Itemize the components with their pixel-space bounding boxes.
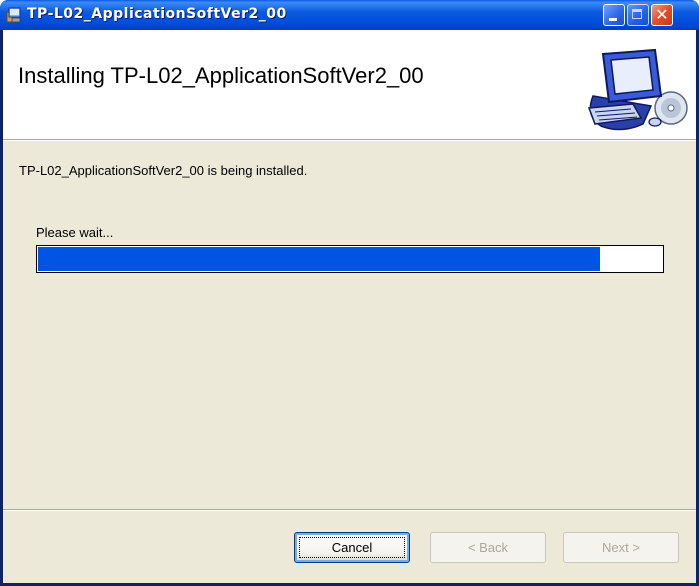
cancel-button-label: Cancel bbox=[331, 540, 373, 555]
close-icon: ✕ bbox=[655, 5, 669, 24]
window-title: TP-L02_ApplicationSoftVer2_00 bbox=[27, 6, 287, 22]
maximize-button[interactable] bbox=[627, 4, 649, 26]
banner-divider bbox=[3, 140, 696, 141]
install-status-text: TP-L02_ApplicationSoftVer2_00 is being i… bbox=[19, 163, 308, 178]
back-button[interactable]: < Back bbox=[430, 532, 546, 563]
progress-label: Please wait... bbox=[36, 225, 114, 240]
footer-divider-highlight bbox=[3, 510, 696, 511]
dialog-body: Installing TP-L02_ApplicationSoftVer2_00… bbox=[3, 30, 696, 583]
banner: Installing TP-L02_ApplicationSoftVer2_00 bbox=[3, 30, 696, 140]
progress-bar bbox=[36, 245, 664, 273]
maximize-icon bbox=[632, 9, 642, 19]
title-bar[interactable]: TP-L02_ApplicationSoftVer2_00 ✕ bbox=[0, 0, 699, 30]
back-button-label: < Back bbox=[467, 540, 509, 555]
next-button[interactable]: Next > bbox=[563, 532, 679, 563]
installer-window: TP-L02_ApplicationSoftVer2_00 ✕ Installi… bbox=[0, 0, 699, 586]
computer-with-cd-icon bbox=[587, 48, 688, 131]
cancel-button[interactable]: Cancel bbox=[294, 532, 410, 563]
installer-icon bbox=[6, 7, 21, 23]
close-button[interactable]: ✕ bbox=[651, 4, 673, 26]
minimize-button[interactable] bbox=[603, 4, 625, 26]
page-title: Installing TP-L02_ApplicationSoftVer2_00 bbox=[18, 63, 424, 88]
progress-fill bbox=[38, 247, 600, 271]
next-button-label: Next > bbox=[602, 540, 640, 555]
minimize-icon bbox=[609, 18, 617, 21]
